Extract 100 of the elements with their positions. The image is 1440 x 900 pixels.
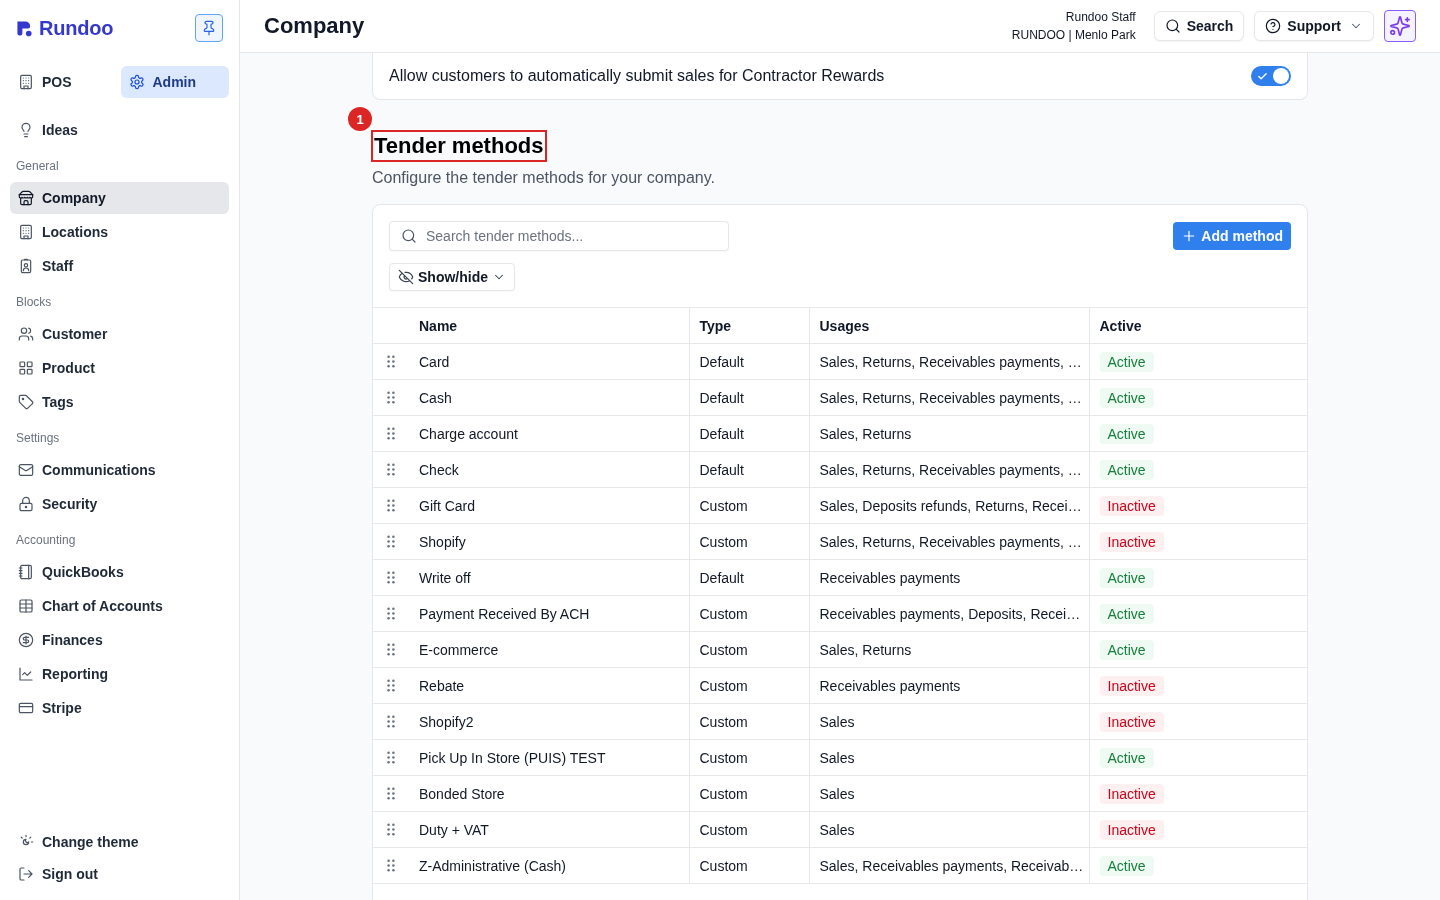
- table-cell: Default: [689, 451, 809, 488]
- sidebar-item[interactable]: Security: [10, 488, 229, 520]
- section-heading: General: [15, 158, 60, 174]
- table-cell: Custom: [689, 487, 809, 524]
- search-button[interactable]: Search: [1153, 11, 1245, 41]
- sidebar-item[interactable]: Change theme: [10, 826, 229, 858]
- user-name: Rundoo Staff: [1064, 9, 1136, 26]
- nav-tab[interactable]: Admin: [120, 66, 229, 98]
- table-cell: Receivables payments: [809, 667, 1089, 704]
- status-badge: Inactive: [1099, 531, 1164, 552]
- drag-handle-icon[interactable]: [387, 715, 395, 728]
- store-icon: [18, 190, 34, 206]
- sidebar-item[interactable]: Tags: [10, 386, 229, 418]
- section-heading: Blocks: [15, 294, 53, 310]
- sidebar-item[interactable]: Ideas: [10, 114, 229, 146]
- status-badge: Active: [1099, 387, 1154, 408]
- status-badge: Active: [1099, 567, 1154, 588]
- section-description: Configure the tender methods for your company.: [372, 168, 716, 188]
- pin-icon: [201, 20, 217, 36]
- sidebar-item[interactable]: Product: [10, 352, 229, 384]
- drag-handle-icon[interactable]: [387, 859, 395, 872]
- toggle-switch[interactable]: [1251, 66, 1291, 86]
- drag-handle-icon[interactable]: [387, 751, 395, 764]
- table-cell: Custom: [689, 775, 809, 812]
- status-badge: Inactive: [1099, 675, 1164, 696]
- sparkles-icon: [1389, 15, 1411, 37]
- drag-handle-icon[interactable]: [387, 391, 395, 404]
- section-heading: Accounting: [15, 532, 77, 548]
- table-cell: Sales, Returns: [809, 415, 1089, 452]
- drag-handle-icon[interactable]: [387, 571, 395, 584]
- pin-button[interactable]: [195, 14, 223, 42]
- table-cell: Sales, Returns, Receivables payments, …: [809, 451, 1089, 488]
- table-cell: Charge account: [409, 415, 689, 452]
- annotation-badge: 1: [348, 107, 372, 131]
- status-badge: Active: [1099, 459, 1154, 480]
- sidebar-item[interactable]: Stripe: [10, 692, 229, 724]
- drag-handle-icon[interactable]: [387, 355, 395, 368]
- drag-handle-icon[interactable]: [387, 823, 395, 836]
- mail-icon: [18, 462, 34, 478]
- table-cell: Bonded Store: [409, 775, 689, 812]
- sidebar-item[interactable]: Customer: [10, 318, 229, 350]
- table-cell: Custom: [689, 739, 809, 776]
- table-cell: Shopify: [409, 523, 689, 560]
- sidebar-item[interactable]: Company: [10, 182, 229, 214]
- sidebar-item[interactable]: Reporting: [10, 658, 229, 690]
- sidebar-item[interactable]: Locations: [10, 216, 229, 248]
- table-cell: Custom: [689, 811, 809, 848]
- search-icon: [401, 228, 417, 244]
- grid-icon: [18, 360, 34, 376]
- table-cell: Custom: [689, 631, 809, 668]
- table-icon: [18, 598, 34, 614]
- sidebar-item[interactable]: Staff: [10, 250, 229, 282]
- table-cell: Custom: [689, 595, 809, 632]
- building-icon: [18, 224, 34, 240]
- add-button[interactable]: Add method: [1173, 222, 1291, 250]
- sparkles-button[interactable]: [1384, 10, 1416, 42]
- table-cell: Sales: [809, 739, 1089, 776]
- section-title: Tender methods: [371, 130, 547, 162]
- table-cell: Rebate: [409, 667, 689, 704]
- table-cell: Default: [689, 415, 809, 452]
- drag-handle-icon[interactable]: [387, 535, 395, 548]
- table-cell: Duty + VAT: [409, 811, 689, 848]
- support-button[interactable]: Support: [1254, 11, 1374, 41]
- nav-tab[interactable]: POS: [10, 66, 119, 98]
- drag-handle-icon[interactable]: [387, 787, 395, 800]
- lock-icon: [18, 496, 34, 512]
- notebook-icon: [18, 564, 34, 580]
- status-badge: Inactive: [1099, 783, 1164, 804]
- drag-handle-icon[interactable]: [387, 427, 395, 440]
- help-circle-icon: [1265, 18, 1282, 34]
- drag-handle-icon[interactable]: [387, 679, 395, 692]
- sidebar-item[interactable]: Chart of Accounts: [10, 590, 229, 622]
- dollar-circle-icon: [18, 632, 34, 648]
- column-header: Name: [409, 307, 689, 344]
- gear-icon: [128, 74, 145, 90]
- status-badge: Active: [1099, 855, 1154, 876]
- logo-icon: [16, 19, 33, 37]
- search-field[interactable]: Search tender methods...: [389, 221, 729, 251]
- drag-handle-icon[interactable]: [387, 643, 395, 656]
- drag-handle-icon[interactable]: [387, 463, 395, 476]
- show-hide-button[interactable]: Show/hide: [389, 263, 515, 291]
- drag-handle-icon[interactable]: [387, 607, 395, 620]
- status-badge: Active: [1099, 639, 1154, 660]
- sidebar-item[interactable]: QuickBooks: [10, 556, 229, 588]
- id-badge-icon: [18, 258, 34, 274]
- check-icon: [1257, 70, 1268, 82]
- status-badge: Inactive: [1099, 819, 1164, 840]
- users-icon: [18, 326, 34, 342]
- table-cell: Custom: [689, 523, 809, 560]
- line-chart-icon: [18, 666, 34, 682]
- drag-handle-icon[interactable]: [387, 499, 395, 512]
- table-cell: Sales, Returns: [809, 631, 1089, 668]
- sidebar-item[interactable]: Sign out: [10, 858, 229, 890]
- sidebar-item[interactable]: Communications: [10, 454, 229, 486]
- sidebar-item[interactable]: Finances: [10, 624, 229, 656]
- table-cell: Sales: [809, 703, 1089, 740]
- table-cell: Gift Card: [409, 487, 689, 524]
- table-cell: Pick Up In Store (PUIS) TEST: [409, 739, 689, 776]
- table-cell: Sales: [809, 811, 1089, 848]
- status-badge: Active: [1099, 423, 1154, 444]
